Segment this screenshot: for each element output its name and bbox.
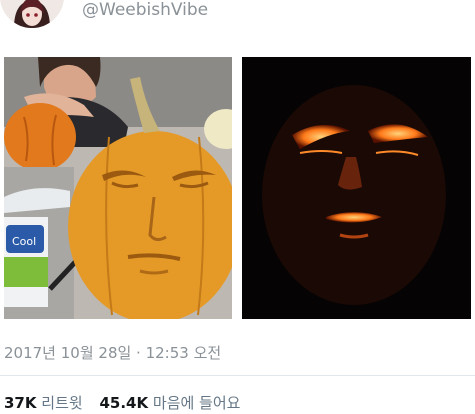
retweets-label: 리트윗 — [41, 394, 83, 412]
likes-stat[interactable]: 45.4K 마음에 들어요 — [99, 394, 240, 412]
pumpkin-daylight-photo[interactable]: Cool — [4, 57, 232, 319]
likes-label: 마음에 들어요 — [152, 394, 241, 412]
tweet-stats: 37K 리트윗 45.4K 마음에 들어요 — [4, 392, 252, 413]
user-avatar[interactable] — [0, 0, 64, 28]
user-handle[interactable]: @WeebishVibe — [82, 0, 208, 20]
tweet-timestamp[interactable]: 2017년 10월 28일 · 12:53 오전 — [4, 342, 221, 363]
svg-text:Cool: Cool — [12, 235, 36, 248]
retweets-count: 37K — [4, 394, 37, 412]
pumpkin-lit-dark-photo[interactable] — [242, 57, 471, 319]
divider — [0, 375, 475, 376]
retweets-stat[interactable]: 37K 리트윗 — [4, 394, 87, 412]
likes-count: 45.4K — [99, 394, 149, 412]
